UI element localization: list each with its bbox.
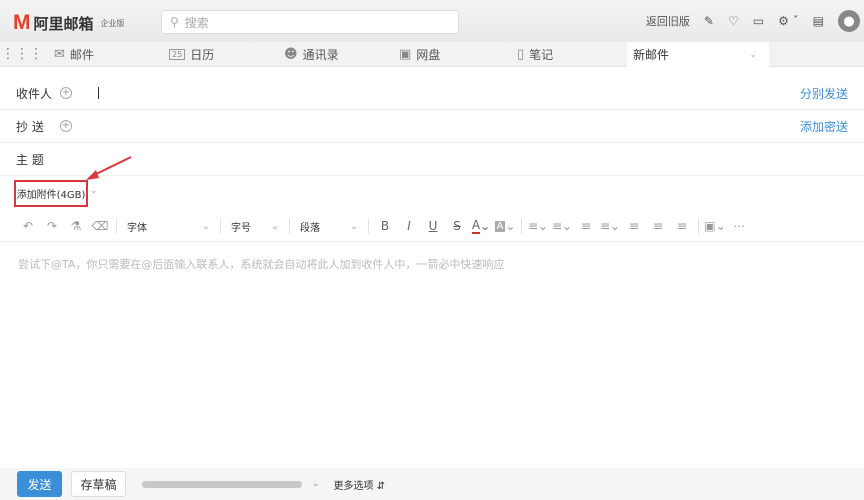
mail-icon: ✉ bbox=[54, 46, 65, 62]
body-editor[interactable]: 尝试下@TA，你只需要在@后面输入联系人，系统就会自动将此人加到收件人中，一箭必… bbox=[18, 256, 504, 272]
divider bbox=[521, 218, 522, 234]
outdent-icon[interactable]: ≡ bbox=[670, 214, 694, 238]
chevron-down-icon[interactable]: ⌄ bbox=[312, 479, 320, 489]
italic-icon[interactable]: I bbox=[397, 214, 421, 238]
font-color-icon[interactable]: A ⌄ bbox=[469, 214, 493, 238]
attach-label: 添加附件(4GB) bbox=[16, 190, 86, 201]
divider bbox=[289, 218, 290, 234]
tab-new-mail[interactable]: 新邮件 ⌄ bbox=[627, 42, 769, 67]
send-separately-link[interactable]: 分别发送 bbox=[800, 85, 848, 102]
save-draft-button[interactable]: 存草稿 bbox=[71, 471, 126, 497]
format-painter-icon[interactable]: ⚗ bbox=[64, 214, 88, 238]
footer-bar: 发送 存草稿 ⌄ 更多选项 ⇵ bbox=[0, 468, 864, 500]
editor-toolbar: ↶ ↷ ⚗ ⌫ 字体 ⌄ 字号 ⌄ 段落 ⌄ B I U S A ⌄ A ⌄ ≡⌄ ≡⌄ … bbox=[0, 211, 864, 242]
chevron-down-icon: ⌄ bbox=[270, 220, 279, 232]
drive-icon: ▣ bbox=[399, 46, 412, 62]
cc-label: 抄 送 bbox=[16, 119, 44, 134]
chevron-down-icon: ⌄ bbox=[349, 220, 358, 232]
align-left-icon[interactable]: ≡ bbox=[574, 214, 598, 238]
nav-calendar[interactable]: 25 日历 bbox=[169, 46, 284, 63]
nav-label: 通讯录 bbox=[302, 47, 339, 62]
tab-label: 新邮件 bbox=[633, 48, 670, 62]
font-label: 字体 bbox=[127, 222, 147, 234]
divider bbox=[220, 218, 221, 234]
to-input[interactable] bbox=[98, 87, 99, 99]
more-icon[interactable]: ⋯ bbox=[727, 214, 751, 238]
devices-icon[interactable]: ▭ bbox=[753, 14, 764, 28]
to-label: 收件人 bbox=[16, 86, 53, 101]
top-header: M 阿里邮箱 企业版 ⚲ 搜索 返回旧版 ✎ ♡ ▭ ⚙ ˇ ▤ ● bbox=[0, 0, 864, 42]
wrench-icon[interactable]: ✎ bbox=[704, 14, 714, 28]
add-recipient-icon[interactable]: + bbox=[60, 87, 72, 99]
nav-label: 邮件 bbox=[69, 47, 94, 62]
annotation-arrow-icon bbox=[86, 156, 132, 180]
more-options-button[interactable]: 更多选项 ⇵ bbox=[334, 477, 386, 492]
bullet-list-icon[interactable]: ≡⌄ bbox=[526, 214, 550, 238]
sender-address-select[interactable] bbox=[142, 480, 302, 488]
size-label: 字号 bbox=[231, 222, 251, 234]
divider bbox=[116, 218, 117, 234]
divider bbox=[368, 218, 369, 234]
send-button[interactable]: 发送 bbox=[17, 471, 62, 497]
nav-notes[interactable]: ▯ 笔记 bbox=[517, 46, 617, 63]
nav-label: 笔记 bbox=[529, 47, 554, 62]
numbered-list-icon[interactable]: ≡⌄ bbox=[550, 214, 574, 238]
body-placeholder: 尝试下@TA，你只需要在@后面输入联系人，系统就会自动将此人加到收件人中，一箭必… bbox=[18, 258, 505, 271]
avatar[interactable]: ● bbox=[838, 10, 860, 32]
to-row: 收件人 + 分别发送 bbox=[0, 77, 864, 110]
font-select[interactable]: 字体 ⌄ bbox=[121, 219, 216, 234]
chevron-down-icon[interactable]: ⌄ bbox=[749, 50, 757, 60]
underline-icon[interactable]: U bbox=[421, 214, 445, 238]
nav-contacts[interactable]: ☻ 通讯录 bbox=[284, 46, 399, 63]
app-nav: ⋮⋮⋮ ✉ 邮件 25 日历 ☻ 通讯录 ▣ 网盘 ▯ 笔记 新邮件 ⌄ bbox=[0, 42, 864, 67]
bell-icon[interactable]: ♡ bbox=[728, 14, 739, 28]
feedback-icon[interactable]: ▤ bbox=[813, 14, 824, 28]
note-icon: ▯ bbox=[517, 46, 525, 62]
bold-icon[interactable]: B bbox=[373, 214, 397, 238]
indent-icon[interactable]: ≡ bbox=[646, 214, 670, 238]
redo-icon[interactable]: ↷ bbox=[40, 214, 64, 238]
subject-label: 主 题 bbox=[16, 152, 44, 167]
eraser-icon[interactable]: ⌫ bbox=[88, 214, 112, 238]
logo-mark-icon: M bbox=[13, 11, 31, 34]
line-height-icon[interactable]: ≡ bbox=[622, 214, 646, 238]
contacts-icon: ☻ bbox=[284, 46, 298, 62]
image-icon[interactable]: ▣⌄ bbox=[703, 214, 727, 238]
nav-label: 日历 bbox=[190, 47, 215, 62]
cc-row: 抄 送 + 添加密送 bbox=[0, 110, 864, 143]
nav-drive[interactable]: ▣ 网盘 bbox=[399, 46, 517, 63]
chevron-down-icon: ⌄ bbox=[201, 220, 210, 232]
calendar-icon: 25 bbox=[169, 48, 186, 60]
add-attachment-button[interactable]: 添加附件(4GB) bbox=[14, 180, 88, 207]
add-bcc-link[interactable]: 添加密送 bbox=[800, 118, 848, 135]
search-placeholder: 搜索 bbox=[184, 15, 209, 30]
logo-text: 阿里邮箱 bbox=[33, 14, 94, 33]
more-options-label: 更多选项 bbox=[333, 480, 374, 492]
undo-icon[interactable]: ↶ bbox=[16, 214, 40, 238]
strikethrough-icon[interactable]: S bbox=[445, 214, 469, 238]
search-icon: ⚲ bbox=[170, 15, 179, 29]
attachment-dropdown-icon[interactable]: ⌄ bbox=[90, 186, 98, 196]
old-version-link[interactable]: 返回旧版 bbox=[646, 13, 690, 29]
edition-label: 企业版 bbox=[100, 18, 125, 28]
logo[interactable]: M 阿里邮箱 企业版 bbox=[13, 11, 125, 35]
highlight-color-icon[interactable]: A ⌄ bbox=[493, 214, 517, 238]
gear-icon[interactable]: ⚙ ˇ bbox=[778, 14, 799, 28]
divider bbox=[698, 218, 699, 234]
paragraph-label: 段落 bbox=[300, 222, 320, 234]
align-icon[interactable]: ≡⌄ bbox=[598, 214, 622, 238]
paragraph-select[interactable]: 段落 ⌄ bbox=[294, 219, 364, 234]
search-input[interactable]: ⚲ 搜索 bbox=[161, 10, 459, 34]
apps-grid-icon[interactable]: ⋮⋮⋮ bbox=[0, 46, 44, 62]
nav-mail[interactable]: ✉ 邮件 bbox=[54, 46, 169, 63]
font-size-select[interactable]: 字号 ⌄ bbox=[225, 219, 285, 234]
add-cc-icon[interactable]: + bbox=[60, 120, 72, 132]
nav-label: 网盘 bbox=[416, 47, 441, 62]
